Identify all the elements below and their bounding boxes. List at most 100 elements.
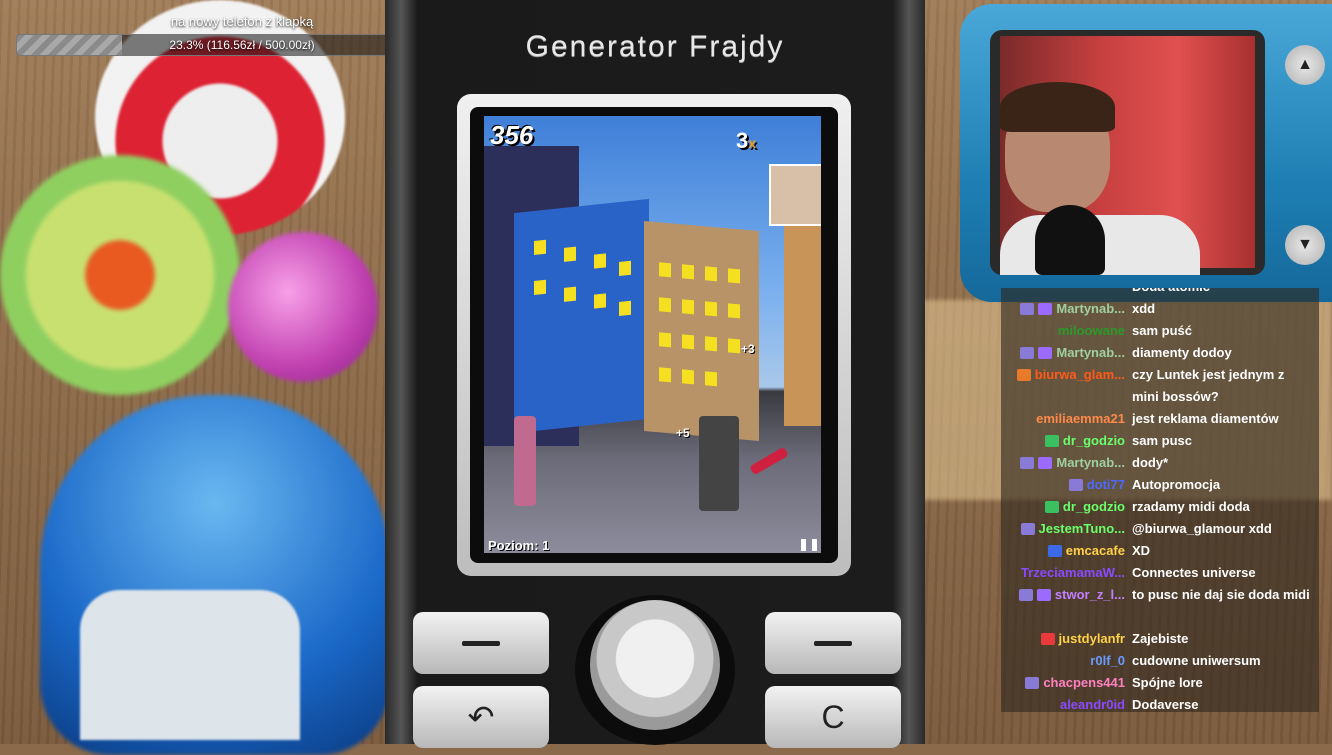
chat-username[interactable]: emiliaemma21: [1036, 408, 1125, 430]
chat-message: Doda atomic: [1001, 288, 1319, 298]
clear-key-label: C: [821, 698, 845, 735]
chat-username-text: doti77: [1086, 477, 1125, 492]
chat-message: stwor_z_l... to pusc nie daj sie doda mid…: [1001, 584, 1319, 628]
chat-badge-icon: [1038, 303, 1053, 315]
chat-message: dr_godzio sam pusc: [1001, 430, 1319, 452]
chat-message-text: Doda atomic: [1132, 288, 1314, 298]
chat-username[interactable]: aleandr0id: [1060, 694, 1125, 712]
chat-badge-icon: [1038, 347, 1053, 359]
points-popup: +3: [741, 342, 755, 356]
chat-badge-icon: [1016, 369, 1031, 381]
chat-message-text: @biurwa_glamour xdd: [1132, 521, 1272, 536]
chat-message: chacpens441 Spójne lore: [1001, 672, 1319, 694]
chat-username[interactable]: justdylanfr: [1040, 628, 1125, 650]
up-arrow-icon[interactable]: ▲: [1285, 45, 1325, 85]
chat-badge-icon: [1040, 633, 1055, 645]
chat-username[interactable]: chacpens441: [1025, 672, 1125, 694]
chat-username[interactable]: miloowane: [1058, 320, 1125, 342]
chat-badge-icon: [1044, 501, 1059, 513]
chat-message: biurwa_glam... czy Luntek jest jednym z m…: [1001, 364, 1319, 408]
building: [644, 220, 759, 442]
chat-badge-icon: [1068, 479, 1083, 491]
chat-message-text: sam puść: [1132, 323, 1192, 338]
right-softkey[interactable]: [765, 612, 901, 674]
chat-message: Martynab... dody*: [1001, 452, 1319, 474]
chat-message: r0lf_0 cudowne uniwersum: [1001, 650, 1319, 672]
chat-badge-icon: [1047, 545, 1062, 557]
chat-message-text: dody*: [1132, 455, 1169, 470]
chat-username-text: TrzeciamamaW...: [1020, 565, 1125, 580]
enemy-group: [699, 416, 739, 511]
chat-badge-icon: [1018, 589, 1033, 601]
clear-key[interactable]: C: [765, 686, 901, 748]
chat-message-text: cudowne uniwersum: [1132, 653, 1261, 668]
chat-message-text: xdd: [1132, 301, 1156, 316]
chat-username[interactable]: Martynab...: [1020, 298, 1125, 320]
chat-username-text: r0lf_0: [1090, 653, 1125, 668]
chat-username[interactable]: stwor_z_l...: [1018, 584, 1125, 606]
chat-username-text: stwor_z_l...: [1054, 587, 1125, 602]
chat-username[interactable]: Martynab...: [1020, 342, 1125, 364]
chat-username[interactable]: TrzeciamamaW...: [1021, 562, 1125, 584]
chat-message-text: Autopromocja: [1132, 477, 1221, 492]
chat-username-text: biurwa_glam...: [1034, 367, 1125, 382]
chat-badge-icon: [1036, 589, 1051, 601]
chat-username-text: Martynab...: [1056, 455, 1125, 470]
chat-message-text: Spójne lore: [1132, 675, 1203, 690]
chat-badge-icon: [1020, 457, 1035, 469]
pause-icon[interactable]: [801, 539, 817, 551]
pog-green: [0, 155, 240, 395]
microphone: [1035, 205, 1105, 275]
chat-username-text: miloowane: [1057, 323, 1125, 338]
chat-username[interactable]: Martynab...: [1020, 452, 1125, 474]
back-key[interactable]: ↶: [413, 686, 549, 748]
points-popup: +5: [676, 426, 690, 440]
chat-message: justdylanfr Zajebiste: [1001, 628, 1319, 650]
blue-toy-screen: [80, 590, 300, 740]
chat-message-text: Connectes universe: [1132, 565, 1256, 580]
navigation-joystick[interactable]: [590, 600, 720, 730]
chat-message-text: XD: [1132, 543, 1151, 558]
chat-message: JestemTuno... @biurwa_glamour xdd: [1001, 518, 1319, 540]
chat-message: dr_godzio rzadamy midi doda: [1001, 496, 1319, 518]
building: [784, 226, 821, 426]
game-view[interactable]: +3 +5 356 3x Poziom: 1: [484, 116, 821, 553]
chat-username-text: Martynab...: [1056, 301, 1125, 316]
streamer-hair: [1000, 82, 1115, 132]
chat-username-text: dr_godzio: [1062, 433, 1125, 448]
chat-username-text: justdylanfr: [1058, 631, 1125, 646]
chat-username-text: JestemTuno...: [1038, 521, 1125, 536]
chat-message-text: Zajebiste: [1132, 631, 1189, 646]
chat-badge-icon: [1020, 523, 1035, 535]
chat-message: Martynab... xdd: [1001, 298, 1319, 320]
chat-username-text: dr_godzio: [1062, 499, 1125, 514]
combo-multiplier: 3x: [736, 128, 757, 153]
chat-message-text: rzadamy midi doda: [1132, 499, 1250, 514]
chat-username[interactable]: biurwa_glam...: [1016, 364, 1125, 386]
chat-message: aleandr0id Dodaverse: [1001, 694, 1319, 712]
chat-username[interactable]: emcacafe: [1047, 540, 1125, 562]
chat-username[interactable]: dr_godzio: [1044, 496, 1125, 518]
phone-brand: Generator Frajdy: [525, 30, 785, 63]
chat-message: TrzeciamamaW... Connectes universe: [1001, 562, 1319, 584]
building: [514, 198, 649, 434]
phone-overlay: Generator Frajdy +3 +5 356 3x Poziom: 1 …: [385, 0, 925, 748]
chat-username[interactable]: doti77: [1068, 474, 1125, 496]
chat-username-text: aleandr0id: [1059, 697, 1125, 712]
chat-message-text: diamenty dodoy: [1132, 345, 1232, 360]
chat-badge-icon: [1044, 435, 1059, 447]
chat-username-text: emcacafe: [1065, 543, 1125, 558]
left-softkey[interactable]: [413, 612, 549, 674]
chat-username[interactable]: JestemTuno...: [1020, 518, 1125, 540]
chat-message-text: to pusc nie daj sie doda midi: [1132, 587, 1310, 602]
chat-message-text: jest reklama diamentów: [1132, 411, 1279, 426]
chat-badge-icon: [1020, 303, 1035, 315]
chat-username[interactable]: dr_godzio: [1044, 430, 1125, 452]
game-score: 356: [490, 120, 534, 150]
chat-badge-icon: [1025, 677, 1040, 689]
guitar: [749, 446, 789, 476]
chat-username[interactable]: r0lf_0: [1090, 650, 1125, 672]
back-arrow-icon: ↶: [467, 699, 495, 735]
down-arrow-icon[interactable]: ▼: [1285, 225, 1325, 265]
chat-username-text: Martynab...: [1056, 345, 1125, 360]
